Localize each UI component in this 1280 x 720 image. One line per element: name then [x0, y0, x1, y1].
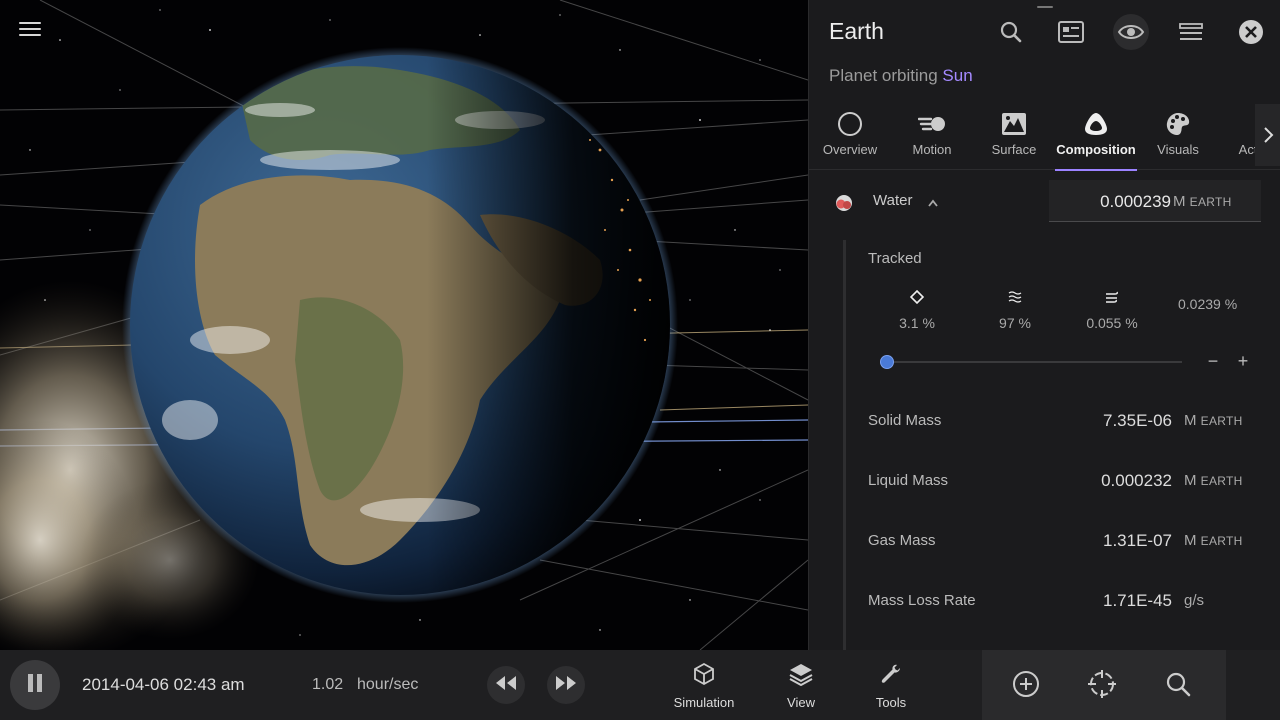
mass-loss-rate-row: Mass Loss Rate 1.71E-45 g/s: [868, 591, 1264, 616]
prop-value: 7.35E-06: [1103, 411, 1172, 430]
prop-value: 1.31E-07: [1103, 531, 1172, 550]
prop-unit: M EARTH: [1184, 472, 1243, 489]
palette-icon: [1165, 110, 1191, 138]
rewind-button[interactable]: [487, 666, 525, 704]
tool-label: Simulation: [673, 695, 735, 710]
subtitle-prefix: Planet orbiting: [829, 66, 938, 85]
tab-motion[interactable]: Motion: [891, 104, 973, 170]
liquid-phase-value: 97 %: [999, 315, 1031, 331]
liquid-phase: 97 %: [980, 290, 1050, 331]
gas-phase-value: 0.055 %: [1086, 315, 1138, 331]
zoom-search-icon: [1165, 671, 1191, 702]
prop-value: 1.71E-45: [1103, 591, 1172, 610]
tab-label: Visuals: [1157, 142, 1199, 157]
solid-phase-value: 3.1 %: [899, 315, 935, 331]
time-rate-value[interactable]: 1.02: [312, 676, 343, 694]
eye-icon[interactable]: [1113, 14, 1149, 50]
increment-button[interactable]: +: [1232, 350, 1254, 372]
prop-label: Mass Loss Rate: [868, 592, 976, 609]
prop-unit: M EARTH: [1184, 412, 1243, 429]
tracked-label: Tracked: [868, 250, 922, 267]
object-title: Earth: [829, 18, 884, 44]
wrench-icon: [879, 662, 903, 691]
fast-forward-icon: [554, 675, 578, 696]
liquid-mass-row: Liquid Mass 0.000232 M EARTH: [868, 471, 1264, 496]
chevron-right-icon[interactable]: [1255, 104, 1280, 166]
view-menu-button[interactable]: View: [761, 662, 841, 710]
time-rate-unit: hour/sec: [357, 676, 419, 693]
bottom-toolbar: 2014-04-06 02:43 am 1.02 hour/sec Simula…: [0, 650, 1280, 720]
composition-mass-input[interactable]: 0.000239 M EARTH: [1049, 180, 1261, 222]
composition-icon: [1083, 110, 1109, 138]
object-info-panel: Earth Planet orbiting Sun Overview Motio…: [808, 0, 1280, 650]
composition-slider[interactable]: [880, 352, 1182, 372]
prop-unit: g/s: [1184, 592, 1205, 609]
liquid-phase-icon: [1008, 290, 1022, 309]
motion-icon: [918, 110, 946, 138]
parent-body-link[interactable]: Sun: [942, 66, 972, 85]
tab-label: Overview: [822, 142, 878, 157]
tools-menu-button[interactable]: Tools: [851, 662, 931, 710]
tab-label: Composition: [1056, 142, 1136, 157]
tab-overview[interactable]: Overview: [809, 104, 891, 170]
circle-icon: [837, 110, 863, 138]
composition-mass-value: 0.000239: [1100, 192, 1171, 211]
list-icon[interactable]: [1173, 14, 1209, 50]
tracked-total-percent: 0.0239 %: [1178, 296, 1238, 312]
prop-label: Solid Mass: [868, 412, 942, 429]
panel-drag-handle[interactable]: [1037, 6, 1053, 8]
add-circle-icon: [1011, 669, 1041, 704]
composition-name: Water: [873, 192, 913, 209]
surface-map-icon: [1001, 110, 1027, 138]
simulation-datetime[interactable]: 2014-04-06 02:43 am: [82, 675, 245, 695]
hamburger-menu-icon[interactable]: [16, 18, 44, 44]
prop-label: Liquid Mass: [868, 472, 949, 489]
search-icon[interactable]: [993, 14, 1029, 50]
pause-icon: [26, 673, 44, 698]
tab-composition[interactable]: Composition: [1055, 104, 1137, 171]
prop-label: Gas Mass: [868, 532, 936, 549]
recenter-button[interactable]: [1082, 666, 1122, 706]
gas-mass-row: Gas Mass 1.31E-07 M EARTH: [868, 531, 1264, 556]
composition-details: Tracked 3.1 % 97 % 0.055 % 0.0239 % − +: [843, 240, 1280, 650]
target-recenter-icon: [1086, 668, 1118, 705]
water-material-icon: [835, 194, 852, 211]
decrement-button[interactable]: −: [1202, 350, 1224, 372]
panel-tabs: Overview Motion Surface Composition Visu…: [809, 104, 1280, 171]
cube-icon: [692, 662, 716, 691]
simulation-menu-button[interactable]: Simulation: [664, 662, 744, 710]
planet-earth-scene[interactable]: [0, 0, 808, 650]
solid-phase: 3.1 %: [882, 289, 952, 331]
search-objects-button[interactable]: [1158, 666, 1198, 706]
close-icon[interactable]: [1233, 14, 1269, 50]
object-subtitle: Planet orbiting Sun: [829, 66, 973, 86]
gas-phase: 0.055 %: [1077, 290, 1147, 331]
composition-entry-water: Water 0.000239 M EARTH: [809, 178, 1280, 224]
gas-phase-icon: [1105, 290, 1119, 309]
prop-unit: M EARTH: [1184, 532, 1243, 549]
right-tool-group: [982, 650, 1226, 720]
tool-label: Tools: [875, 695, 907, 710]
slider-track: [880, 361, 1182, 363]
tab-visuals[interactable]: Visuals: [1137, 104, 1219, 170]
tool-label: View: [787, 695, 815, 710]
prop-value: 0.000232: [1101, 471, 1172, 490]
space-viewport[interactable]: [0, 0, 808, 650]
pause-button[interactable]: [10, 660, 60, 710]
add-object-button[interactable]: [1006, 666, 1046, 706]
chevron-up-icon[interactable]: [927, 195, 939, 213]
rewind-icon: [494, 675, 518, 696]
info-card-icon[interactable]: [1053, 14, 1089, 50]
tab-label: Motion: [912, 142, 952, 157]
slider-thumb[interactable]: [880, 355, 894, 369]
mass-unit: M EARTH: [1173, 193, 1232, 210]
tab-label: Surface: [991, 142, 1037, 157]
tab-surface[interactable]: Surface: [973, 104, 1055, 170]
solid-mass-row: Solid Mass 7.35E-06 M EARTH: [868, 411, 1264, 436]
layers-icon: [788, 662, 814, 691]
solid-phase-icon: [909, 289, 925, 309]
fast-forward-button[interactable]: [547, 666, 585, 704]
